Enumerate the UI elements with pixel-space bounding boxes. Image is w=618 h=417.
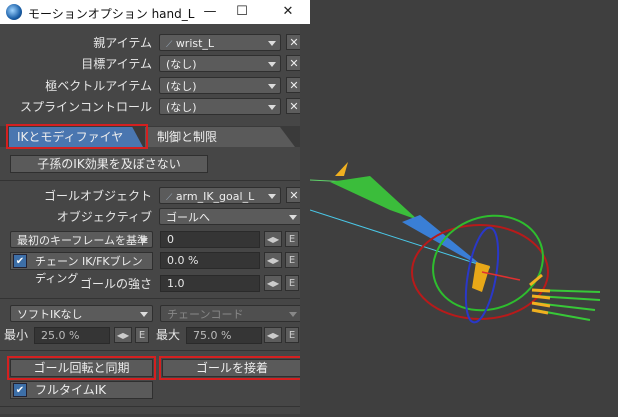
goal-strength-envelope-button[interactable]: E [285, 275, 299, 291]
goal-axis-x [481, 271, 521, 281]
viewport-scene [309, 162, 601, 324]
goal-strength-input[interactable]: 1.0 [160, 275, 260, 292]
objective-value: ゴールへ [166, 211, 210, 224]
lightwave-app-icon [6, 4, 22, 20]
objective-label: オブジェクティブ [56, 210, 152, 224]
soft-ik-value: ソフトIKなし [17, 308, 83, 321]
max-envelope-button[interactable]: E [285, 327, 299, 343]
fulltime-ik-toggle[interactable]: フルタイムIK [10, 381, 153, 399]
goal-strength-label: ゴールの強さ [79, 277, 152, 291]
hand-bone [472, 262, 490, 292]
pole-item-dropdown[interactable]: (なし) [159, 77, 281, 94]
first-key-dropdown[interactable]: 最初のキーフレームを基準 [10, 231, 153, 248]
first-key-input[interactable]: 0 [160, 231, 260, 248]
fulltime-ik-checkbox[interactable]: ✔ [13, 383, 27, 397]
chevron-down-icon [268, 194, 276, 199]
min-stepper[interactable]: ◀▶ [114, 327, 132, 343]
chain-code-value: チェーンコード [167, 308, 244, 321]
min-envelope-button[interactable]: E [135, 327, 149, 343]
max-stepper[interactable]: ◀▶ [264, 327, 282, 343]
spline-control-label: スプラインコントロール [19, 100, 152, 114]
chevron-down-icon [140, 312, 148, 317]
pole-item-label: 極ベクトルアイテム [45, 79, 152, 93]
chevron-down-icon [268, 62, 276, 67]
chevron-down-icon [268, 105, 276, 110]
finger-bones [529, 273, 601, 321]
first-key-label: 最初のキーフレームを基準 [17, 234, 149, 247]
parent-item-dropdown[interactable]: ⟋ wrist_L [159, 34, 281, 51]
attach-goal-button[interactable]: ゴールを接着 [162, 359, 302, 377]
spline-control-value: (なし) [166, 101, 197, 114]
first-key-envelope-button[interactable]: E [285, 231, 299, 247]
min-input[interactable]: 25.0 % [34, 327, 110, 344]
chain-blend-stepper[interactable]: ◀▶ [264, 252, 282, 268]
min-label: 最小 [4, 328, 29, 342]
window-title: モーションオプション hand_L [28, 7, 195, 21]
parent-item-value: wrist_L [175, 37, 215, 50]
soft-ik-dropdown[interactable]: ソフトIKなし [10, 305, 153, 322]
upper-arm-bone [330, 176, 418, 220]
chain-code-dropdown[interactable]: チェーンコード [160, 305, 302, 322]
motion-options-panel: モーションオプション hand_L — ☐ ✕ 親アイテム ⟋ wrist_L … [0, 0, 310, 414]
joint-marker [335, 162, 348, 176]
max-input[interactable]: 75.0 % [186, 327, 262, 344]
target-item-dropdown[interactable]: (なし) [159, 55, 281, 72]
chevron-down-icon [289, 312, 297, 317]
goal-object-value: arm_IK_goal_L [175, 190, 255, 203]
chevron-down-icon [289, 215, 297, 220]
goal-strength-stepper[interactable]: ◀▶ [264, 275, 282, 291]
pole-item-value: (なし) [166, 80, 197, 93]
chain-blend-toggle[interactable]: チェーン IK/FKブレンディング [10, 252, 153, 285]
objective-dropdown[interactable]: ゴールへ [159, 208, 302, 225]
goal-object-label: ゴールオブジェクト [43, 189, 152, 203]
tab-controls-limits[interactable]: 制御と制限 [145, 127, 295, 147]
separator [0, 350, 310, 351]
panel-scrollbar[interactable] [300, 24, 310, 414]
close-button[interactable]: ✕ [268, 2, 308, 22]
tab-ik-modifiers[interactable]: IKとモディファイヤ [9, 127, 143, 147]
chevron-down-icon [268, 41, 276, 46]
separator [0, 406, 310, 407]
chain-blend-envelope-button[interactable]: E [285, 252, 299, 268]
chain-blend-checkbox[interactable]: ✔ [13, 254, 27, 268]
sync-goal-rotation-button[interactable]: ゴール回転と同期 [10, 359, 153, 377]
reference-line [309, 209, 491, 269]
title-bar: モーションオプション hand_L — ☐ ✕ [0, 0, 310, 24]
target-item-label: 目標アイテム [81, 57, 152, 71]
chevron-down-icon [140, 238, 148, 243]
3d-viewport[interactable] [309, 0, 618, 414]
spline-control-dropdown[interactable]: (なし) [159, 98, 281, 115]
parent-item-label: 親アイテム [93, 36, 152, 50]
target-item-value: (なし) [166, 58, 197, 71]
maximize-button[interactable]: ☐ [222, 2, 262, 22]
bone-icon: ⟋ [166, 40, 173, 50]
first-key-stepper[interactable]: ◀▶ [264, 231, 282, 247]
max-label: 最大 [156, 328, 181, 342]
bone-icon: ⟋ [166, 193, 173, 203]
separator [0, 298, 310, 299]
fulltime-ik-label: フルタイムIK [35, 383, 107, 397]
chain-blend-input[interactable]: 0.0 % [160, 252, 260, 269]
child-ik-button[interactable]: 子孫のIK効果を及ぼさない [10, 155, 208, 173]
goal-object-dropdown[interactable]: ⟋ arm_IK_goal_L [159, 187, 281, 204]
separator [0, 180, 310, 181]
chevron-down-icon [268, 84, 276, 89]
